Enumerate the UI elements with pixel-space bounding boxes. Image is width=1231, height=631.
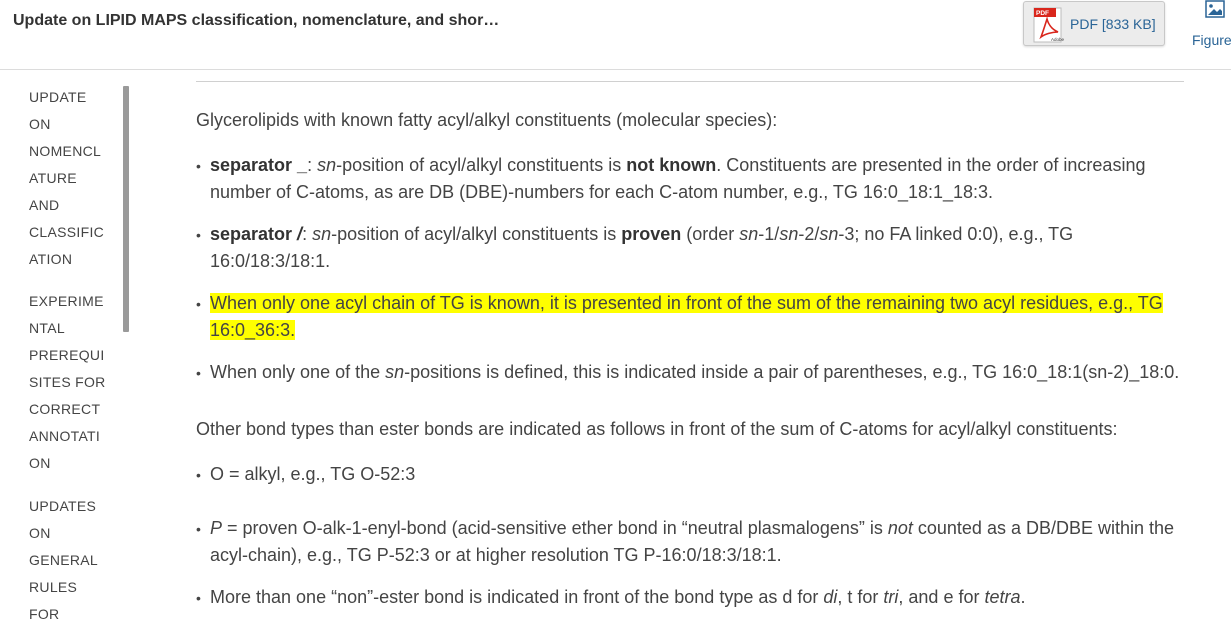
text: More than one “non”-ester bond is indica…: [210, 587, 824, 607]
text: O = alkyl, e.g., TG O-52:3: [210, 464, 416, 484]
text: (order: [681, 224, 740, 244]
italic-text: tetra: [984, 587, 1021, 607]
divider: [196, 81, 1184, 82]
svg-text:PDF: PDF: [1036, 10, 1049, 17]
table-of-contents: UPDATE ON NOMENCL ATURE AND CLASSIFIC AT…: [0, 70, 140, 631]
bold-text: not known: [626, 155, 717, 175]
highlighted-text: 16:0_36:3.: [210, 320, 296, 340]
pdf-download-button[interactable]: PDF Adobe PDF [833 KB]: [1023, 1, 1165, 46]
italic-text: di: [823, 587, 838, 607]
toc-item-updates-on-general-rules[interactable]: UPDATES ON GENERAL RULES FOR: [29, 493, 109, 628]
text: acyl-chain), e.g., TG P-52:3 or at highe…: [210, 545, 782, 565]
toc-item-update-on-nomenclature[interactable]: UPDATE ON NOMENCL ATURE AND CLASSIFIC AT…: [29, 84, 109, 273]
toc-line: UPDATE: [29, 89, 87, 105]
toc-line: PREREQUI: [29, 347, 105, 363]
toc-line: ATURE: [29, 170, 77, 186]
paragraph-molecular-species: Glycerolipids with known fatty acyl/alky…: [196, 110, 778, 130]
toc-line: FOR: [29, 606, 60, 622]
toc-scrollbar-thumb[interactable]: [123, 86, 129, 332]
toc-line: ON: [29, 455, 51, 471]
toc-line: ATION: [29, 251, 73, 267]
toc-item-experimental-prerequisites[interactable]: EXPERIME NTAL PREREQUI SITES FOR CORRECT…: [29, 288, 109, 477]
article-header: Update on LIPID MAPS classification, nom…: [0, 0, 1231, 70]
bullet-icon: [196, 359, 206, 387]
text: counted as a DB/DBE within the: [912, 518, 1175, 538]
text: -positions is defined, this is indicated…: [404, 362, 1180, 382]
text: :: [307, 155, 318, 175]
text: number of C-atoms, as are DB (DBE)-numbe…: [210, 182, 994, 202]
paragraph-bond-types: Other bond types than ester bonds are in…: [196, 419, 1118, 439]
text: . Constituents are presented in the orde…: [716, 155, 1146, 175]
text: .: [1020, 587, 1026, 607]
text: = proven O-alk-1-enyl-bond (acid-sensiti…: [222, 518, 888, 538]
pdf-icon: PDF Adobe: [1033, 7, 1065, 43]
figures-label: Figures: [1192, 32, 1231, 48]
bullet-icon: [196, 584, 206, 612]
italic-text: P: [210, 518, 223, 538]
highlighted-text: When only one acyl chain of TG is known,…: [210, 293, 1163, 313]
italic-text: sn: [317, 155, 337, 175]
toc-line: ON: [29, 525, 51, 541]
text: -position of acyl/alkyl constituents is: [336, 155, 627, 175]
figures-tab[interactable]: Figures: [1188, 0, 1231, 52]
toc-line: ANNOTATI: [29, 428, 101, 444]
pdf-download-label: PDF [833 KB]: [1070, 16, 1156, 32]
italic-text: sn: [312, 224, 332, 244]
toc-line: RULES: [29, 579, 78, 595]
toc-line: SITES FOR: [29, 374, 106, 390]
bold-text: proven: [621, 224, 682, 244]
text: -position of acyl/alkyl constituents is: [331, 224, 622, 244]
article-body: Glycerolipids with known fatty acyl/alky…: [196, 70, 1186, 631]
toc-line: NOMENCL: [29, 143, 102, 159]
text: -3; no FA linked 0:0), e.g., TG: [838, 224, 1074, 244]
text: :: [302, 224, 313, 244]
text: -1/: [758, 224, 780, 244]
figure-image-icon: [1205, 0, 1225, 18]
text: 16:0/18:3/18:1.: [210, 251, 331, 271]
italic-text: tri: [883, 587, 899, 607]
article-title: Update on LIPID MAPS classification, nom…: [13, 12, 500, 29]
text: , t for: [837, 587, 884, 607]
italic-text: sn: [739, 224, 759, 244]
svg-text:Adobe: Adobe: [1051, 37, 1065, 42]
toc-line: GENERAL: [29, 552, 99, 568]
bullet-icon: [196, 461, 206, 489]
text: , and e for: [898, 587, 985, 607]
bullet-icon: [196, 221, 206, 249]
italic-text: sn: [385, 362, 405, 382]
bullet-icon: [196, 515, 206, 543]
text: When only one of the: [210, 362, 386, 382]
toc-line: UPDATES: [29, 498, 97, 514]
toc-line: EXPERIME: [29, 293, 104, 309]
term: separator _: [210, 155, 308, 175]
term: separator: [210, 224, 298, 244]
toc-line: NTAL: [29, 320, 65, 336]
italic-text: sn: [819, 224, 839, 244]
italic-text: not: [887, 518, 913, 538]
toc-line: AND: [29, 197, 60, 213]
toc-line: CORRECT: [29, 401, 101, 417]
italic-text: sn: [779, 224, 799, 244]
text: -2/: [798, 224, 820, 244]
bullet-icon: [196, 152, 206, 180]
toc-line: ON: [29, 116, 51, 132]
bullet-icon: [196, 290, 206, 318]
toc-line: CLASSIFIC: [29, 224, 105, 240]
